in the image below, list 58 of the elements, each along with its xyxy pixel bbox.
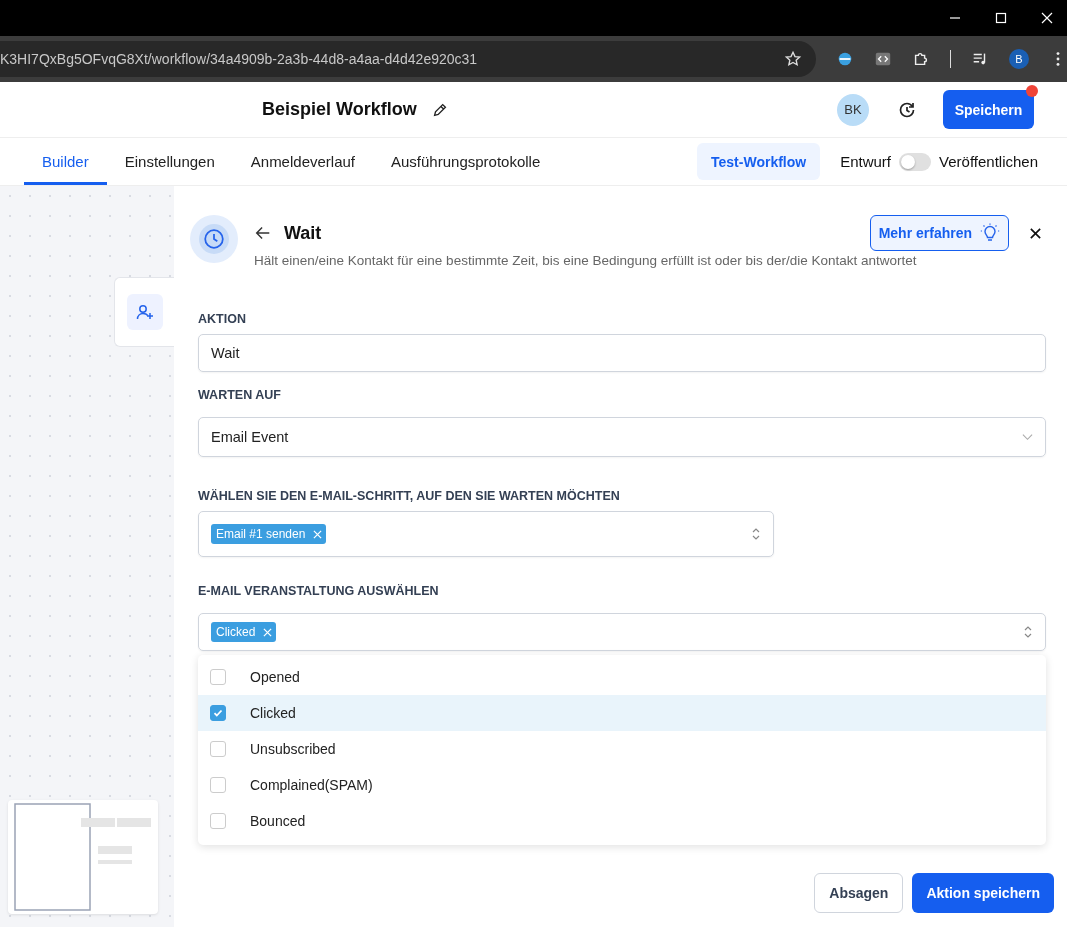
user-avatar[interactable]: BK: [837, 93, 869, 126]
test-workflow-button[interactable]: Test-Workflow: [697, 143, 821, 180]
puzzle-icon[interactable]: [912, 50, 930, 68]
option-label: Clicked: [250, 705, 296, 721]
option-label: Bounced: [250, 813, 306, 829]
checkbox[interactable]: [210, 741, 226, 757]
dropdown-option[interactable]: Unsubscribed: [198, 731, 1046, 767]
star-icon[interactable]: [784, 50, 802, 68]
field-label: WÄHLEN SIE DEN E-MAIL-SCHRITT, AUF DEN SIE WARTEN MÖCHTEN: [198, 489, 621, 503]
save-action-button[interactable]: Aktion speichern: [912, 873, 1054, 913]
code-icon[interactable]: [874, 50, 892, 68]
dropdown-option[interactable]: Opened: [198, 659, 1046, 695]
publish-label: Veröffentlichen: [939, 153, 1038, 170]
address-bar[interactable]: K3HI7QxBg5OFvqG8Xt/workflow/34a4909b-2a3b-44d8-a4aa-d4d42e920c31: [0, 41, 816, 77]
cancel-button[interactable]: Absagen: [814, 873, 904, 913]
remove-icon[interactable]: [263, 627, 273, 637]
lightbulb-icon: [980, 223, 1000, 243]
checkbox[interactable]: [210, 705, 226, 721]
option-label: Complained(SPAM): [250, 777, 373, 793]
dropdown-option[interactable]: Clicked: [198, 695, 1046, 731]
tab[interactable]: Ausführungsprotokolle: [373, 138, 559, 185]
remove-icon[interactable]: [313, 529, 323, 539]
extension-icon[interactable]: [836, 50, 854, 68]
selected-tag: Clicked: [211, 622, 277, 642]
panel-title: Wait: [284, 222, 322, 244]
check-icon: [212, 707, 224, 719]
workflow-node[interactable]: [114, 277, 174, 347]
clock-icon: [199, 224, 229, 254]
user-plus-icon: [135, 302, 155, 322]
sort-arrows-icon: [751, 526, 761, 542]
option-label: Unsubscribed: [250, 741, 336, 757]
dropdown-option[interactable]: Complained(SPAM): [198, 767, 1046, 803]
field-label: AKTION: [198, 312, 247, 326]
back-arrow-icon[interactable]: [254, 224, 272, 242]
maximize-icon[interactable]: [995, 12, 1007, 24]
workflow-title: Beispiel Workflow: [262, 99, 417, 120]
learn-more-button[interactable]: Mehr erfahren: [869, 215, 1009, 251]
wait-select[interactable]: Email Event: [198, 417, 1046, 457]
panel-description: Hält einen/eine Kontakt für eine bestimmte Zeit, bis eine Bedingung erfüllt ist oder bis der/die Kontakt antwortet: [254, 253, 918, 268]
checkbox[interactable]: [210, 669, 226, 685]
tab[interactable]: Einstellungen: [106, 138, 233, 185]
field-label: E-MAIL VERANSTALTUNG AUSWÄHLEN: [198, 584, 440, 598]
publish-toggle[interactable]: [899, 152, 932, 171]
chevron-down-icon: [1022, 433, 1033, 441]
sort-arrows-icon: [1023, 624, 1033, 640]
draft-label: Entwurf: [840, 153, 892, 170]
action-input-field[interactable]: Wait: [198, 334, 1046, 372]
checkbox[interactable]: [210, 777, 226, 793]
tab[interactable]: Anmeldeverlauf: [232, 138, 373, 185]
save-button[interactable]: Speichern: [943, 90, 1034, 129]
dropdown-option[interactable]: Bounced: [198, 803, 1046, 839]
url-text: K3HI7QxBg5OFvqG8Xt/workflow/34a4909b-2a3b-44d8-a4aa-d4d42e920c31: [0, 51, 478, 67]
option-label: Opened: [250, 669, 300, 685]
close-icon[interactable]: [1029, 226, 1042, 240]
selected-tag: Email #1 senden: [211, 524, 327, 544]
profile-avatar[interactable]: B: [1009, 49, 1029, 69]
field-label: WARTEN AUF: [198, 388, 282, 402]
checkbox[interactable]: [210, 813, 226, 829]
